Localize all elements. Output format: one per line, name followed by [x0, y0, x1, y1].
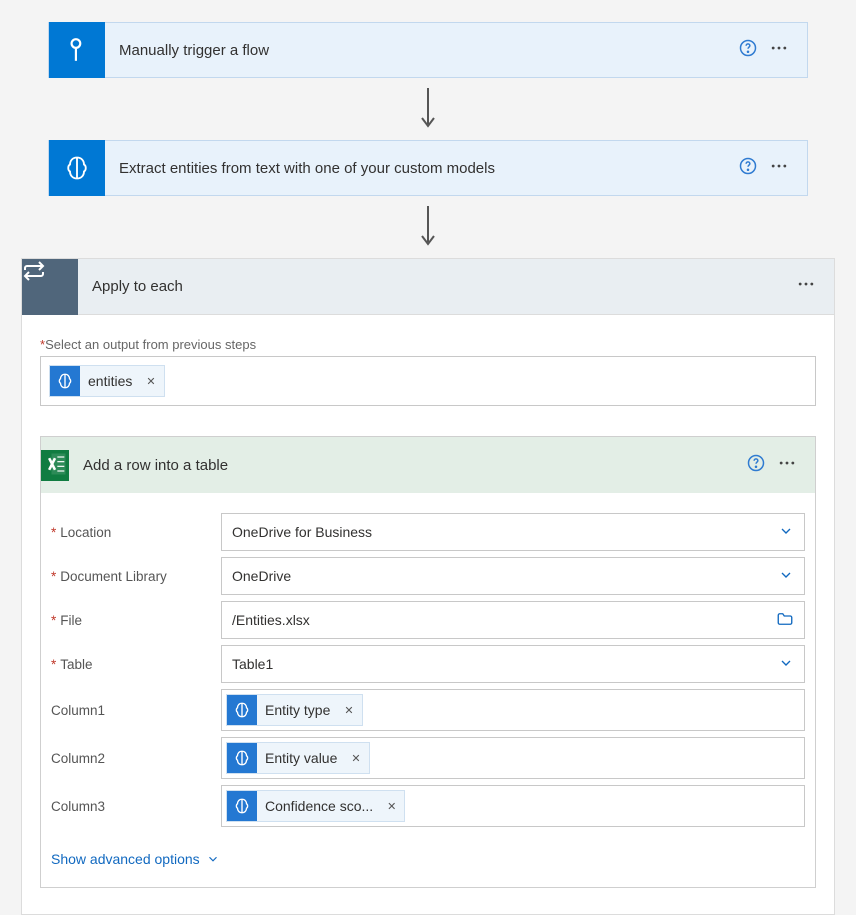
loop-icon — [22, 259, 78, 315]
trigger-step-title: Manually trigger a flow — [105, 42, 739, 59]
chevron-down-icon — [778, 567, 794, 586]
brain-icon — [227, 743, 257, 773]
table-label: *Table — [51, 657, 221, 672]
brain-icon — [227, 791, 257, 821]
column1-label: Column1 — [51, 703, 221, 718]
more-icon[interactable] — [796, 274, 816, 299]
arrow-down-icon — [417, 204, 439, 248]
file-label: *File — [51, 613, 221, 628]
location-label: *Location — [51, 525, 221, 540]
close-icon[interactable]: ✕ — [387, 800, 396, 813]
doclib-dropdown[interactable]: OneDrive — [221, 557, 805, 595]
apply-to-each-title: Apply to each — [78, 278, 796, 295]
column3-token[interactable]: Confidence sco... ✕ — [226, 790, 405, 822]
show-advanced-link[interactable]: Show advanced options — [51, 851, 220, 867]
more-icon[interactable] — [777, 453, 797, 478]
folder-icon[interactable] — [776, 610, 794, 631]
output-field-label: *Select an output from previous steps — [40, 337, 816, 352]
add-row-title: Add a row into a table — [69, 457, 747, 474]
close-icon[interactable]: ✕ — [351, 752, 360, 765]
column1-input[interactable]: Entity type ✕ — [221, 689, 805, 731]
table-dropdown[interactable]: Table1 — [221, 645, 805, 683]
column3-input[interactable]: Confidence sco... ✕ — [221, 785, 805, 827]
trigger-step-card[interactable]: Manually trigger a flow — [48, 22, 808, 78]
output-field-input[interactable]: entities ✕ — [40, 356, 816, 406]
brain-icon — [49, 140, 105, 196]
location-dropdown[interactable]: OneDrive for Business — [221, 513, 805, 551]
apply-to-each-container: Apply to each *Select an output from pre… — [21, 258, 835, 915]
chevron-down-icon — [206, 852, 220, 866]
close-icon[interactable]: ✕ — [344, 704, 353, 717]
output-token-label: entities — [88, 373, 134, 389]
brain-icon — [227, 695, 257, 725]
more-icon[interactable] — [769, 38, 789, 63]
add-row-header[interactable]: Add a row into a table — [41, 437, 815, 493]
help-icon[interactable] — [739, 157, 757, 180]
add-row-card: Add a row into a table *Location — [40, 436, 816, 888]
file-input[interactable]: /Entities.xlsx — [221, 601, 805, 639]
chevron-down-icon — [778, 523, 794, 542]
column2-token[interactable]: Entity value ✕ — [226, 742, 370, 774]
help-icon[interactable] — [739, 39, 757, 62]
more-icon[interactable] — [769, 156, 789, 181]
column2-input[interactable]: Entity value ✕ — [221, 737, 805, 779]
close-icon[interactable]: ✕ — [146, 375, 155, 388]
arrow-down-icon — [417, 86, 439, 130]
brain-icon — [50, 366, 80, 396]
extract-step-title: Extract entities from text with one of y… — [105, 160, 739, 177]
chevron-down-icon — [778, 655, 794, 674]
column1-token[interactable]: Entity type ✕ — [226, 694, 363, 726]
column2-label: Column2 — [51, 751, 221, 766]
help-icon[interactable] — [747, 454, 765, 477]
apply-to-each-header[interactable]: Apply to each — [22, 259, 834, 315]
touch-icon — [49, 22, 105, 78]
output-token[interactable]: entities ✕ — [49, 365, 165, 397]
extract-step-card[interactable]: Extract entities from text with one of y… — [48, 140, 808, 196]
column3-label: Column3 — [51, 799, 221, 814]
excel-icon — [41, 450, 69, 481]
doclib-label: *Document Library — [51, 569, 221, 584]
